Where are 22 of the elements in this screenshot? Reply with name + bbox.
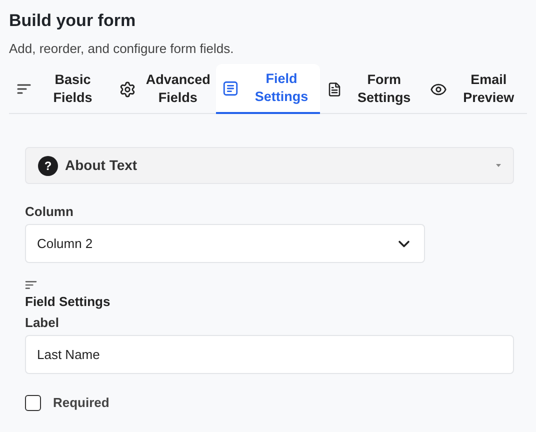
tab[interactable]: Advanced Fields xyxy=(112,64,216,114)
tab[interactable]: Form Settings xyxy=(320,64,424,114)
tab[interactable]: Email Preview xyxy=(423,64,527,114)
required-label: Required xyxy=(53,394,110,412)
section-title: Field Settings xyxy=(25,293,110,311)
tab[interactable]: Field Settings xyxy=(216,64,320,114)
gear-icon xyxy=(118,80,136,98)
label-label: Label xyxy=(25,314,59,332)
sort-lines-icon xyxy=(25,280,37,290)
label-input[interactable]: Last Name xyxy=(25,335,514,374)
column-select[interactable]: Column 2 xyxy=(25,224,425,263)
required-checkbox[interactable] xyxy=(25,394,41,411)
document-icon xyxy=(327,82,342,96)
page-subtitle: Add, reorder, and configure form fields. xyxy=(9,40,235,58)
about-text-accordion[interactable]: ? About Text xyxy=(25,147,514,184)
column-label: Column xyxy=(25,203,74,221)
caret-icon xyxy=(496,164,501,167)
tab[interactable]: Basic Fields xyxy=(9,64,113,114)
page-title: Build your form xyxy=(9,10,137,32)
note-icon xyxy=(222,80,240,96)
help-icon: ? xyxy=(38,156,58,176)
sort-lines-icon xyxy=(16,83,31,95)
